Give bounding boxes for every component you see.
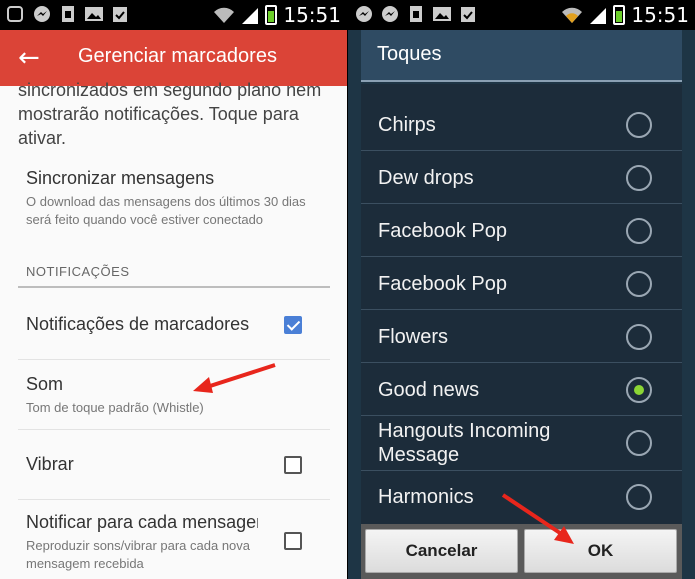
dialog-header: Toques bbox=[361, 30, 682, 82]
ringtone-option[interactable]: Hangouts Incoming Message bbox=[361, 416, 682, 471]
divider bbox=[18, 499, 330, 500]
radio-button-selected[interactable] bbox=[626, 377, 652, 403]
sync-info-text: sincronizados em segundo plano nem mostr… bbox=[18, 80, 322, 148]
sync-messages-title: Sincronizar mensagens bbox=[26, 168, 215, 188]
vibrate-checkbox[interactable] bbox=[284, 456, 302, 474]
notify-each-title: Notificar para cada mensagem bbox=[26, 512, 258, 532]
ringtone-label: Chirps bbox=[378, 114, 436, 136]
status-bar: 15:51 bbox=[0, 0, 347, 30]
ringtone-option[interactable]: Facebook Pop bbox=[361, 204, 682, 257]
messenger-icon bbox=[382, 6, 398, 22]
ringtone-list[interactable]: Chirps Dew drops Facebook Pop Facebook P… bbox=[361, 84, 682, 524]
notify-each-subtitle: Reproduzir sons/vibrar para cada nova me… bbox=[26, 538, 251, 571]
settings-screen: 15:51 ← Gerenciar marcadores sincronizad… bbox=[0, 0, 347, 579]
radio-button[interactable] bbox=[626, 484, 652, 510]
cancel-button[interactable]: Cancelar bbox=[365, 529, 518, 573]
status-time: 15:51 bbox=[631, 3, 689, 27]
status-bar: 15:51 bbox=[348, 0, 695, 30]
ringtone-label: Dew drops bbox=[378, 167, 474, 189]
signal-icon bbox=[590, 8, 607, 24]
radio-button[interactable] bbox=[626, 112, 652, 138]
status-time: 15:51 bbox=[283, 3, 341, 27]
clipboard-check-icon bbox=[461, 7, 475, 22]
ringtone-label: Harmonics bbox=[378, 486, 474, 508]
ringtone-option[interactable]: Chirps bbox=[361, 98, 682, 151]
ringtone-label: Facebook Pop bbox=[378, 220, 507, 242]
ringtone-label: Hangouts Incoming Message bbox=[378, 420, 551, 466]
label-notifications-title: Notificações de marcadores bbox=[26, 314, 250, 334]
ringtone-option[interactable]: Dew drops bbox=[361, 151, 682, 204]
sound-subtitle: Tom de toque padrão (Whistle) bbox=[26, 400, 204, 415]
red-arrow-annotation bbox=[501, 493, 574, 544]
page-title: Gerenciar marcadores bbox=[78, 45, 277, 67]
battery-icon bbox=[613, 5, 626, 25]
sim-icon bbox=[410, 6, 422, 22]
messenger-icon bbox=[356, 6, 372, 22]
notification-icon bbox=[7, 6, 23, 22]
ringtone-option[interactable]: Facebook Pop bbox=[361, 257, 682, 310]
ringtone-label: Flowers bbox=[378, 326, 449, 348]
sound-title: Som bbox=[26, 374, 64, 394]
radio-button[interactable] bbox=[626, 218, 652, 244]
notify-each-checkbox[interactable] bbox=[284, 532, 302, 550]
battery-icon bbox=[265, 5, 278, 25]
ringtone-dialog-screen: 15:51 Toques Chirps Dew drops Facebook P… bbox=[348, 0, 695, 579]
section-header-notifications: NOTIFICAÇÕES bbox=[26, 264, 130, 279]
image-icon bbox=[85, 7, 103, 21]
wifi-icon bbox=[562, 7, 583, 23]
sim-icon bbox=[62, 6, 74, 22]
radio-button[interactable] bbox=[626, 165, 652, 191]
divider bbox=[18, 359, 330, 360]
dialog-title: Toques bbox=[377, 43, 442, 65]
sync-messages-pref[interactable]: Sincronizar mensagens O download das men… bbox=[18, 168, 330, 229]
radio-button[interactable] bbox=[626, 324, 652, 350]
signal-icon bbox=[242, 8, 259, 24]
radio-button[interactable] bbox=[626, 430, 652, 456]
sound-pref[interactable]: Som Tom de toque padrão (Whistle) bbox=[18, 374, 330, 417]
ringtone-label: Good news bbox=[378, 379, 480, 401]
ringtone-option[interactable]: Good news bbox=[361, 363, 682, 416]
ringtone-option[interactable]: Flowers bbox=[361, 310, 682, 363]
radio-button[interactable] bbox=[626, 271, 652, 297]
image-icon bbox=[433, 7, 451, 21]
sync-messages-subtitle: O download das mensagens dos últimos 30 … bbox=[26, 194, 306, 227]
red-arrow-annotation bbox=[193, 363, 276, 393]
clipboard-check-icon bbox=[113, 7, 127, 22]
arrow-left-icon[interactable]: ← bbox=[18, 44, 40, 72]
label-notifications-checkbox[interactable] bbox=[284, 316, 302, 334]
messenger-icon bbox=[34, 6, 50, 22]
ringtone-label: Facebook Pop bbox=[378, 273, 507, 295]
divider bbox=[18, 429, 330, 430]
section-divider bbox=[18, 286, 330, 288]
wifi-icon bbox=[214, 7, 235, 23]
